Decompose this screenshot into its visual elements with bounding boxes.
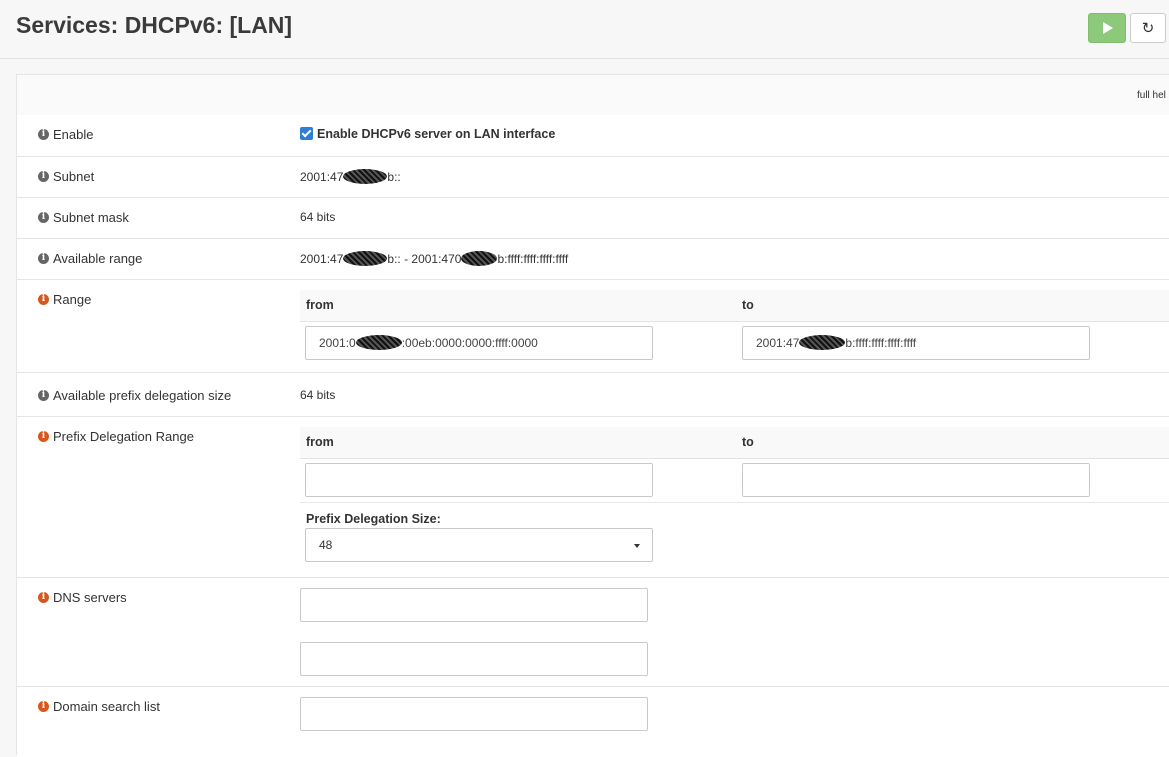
info-icon[interactable]: i — [38, 431, 49, 442]
play-icon — [1103, 22, 1113, 34]
range-to-input[interactable]: 2001:47 b:ffff:ffff:ffff:ffff — [742, 326, 1090, 360]
domain-search-input[interactable] — [300, 697, 648, 731]
prefix-range-subheader: from to — [300, 427, 1169, 459]
row-available-prefix-size: i Available prefix delegation size 64 bi… — [17, 376, 1169, 417]
prefix-size-select[interactable]: 48 — [305, 528, 653, 562]
redaction-mark — [355, 335, 402, 350]
caret-down-icon — [634, 544, 640, 548]
label-subnet: i Subnet — [38, 169, 94, 184]
label-prefix-delegation-range: i Prefix Delegation Range — [38, 429, 194, 444]
row-available-range: i Available range 2001:47 b:: - 2001:470 b… — [17, 239, 1169, 280]
row-domain-search: i Domain search list — [17, 687, 1169, 757]
subnet-mask-value: 64 bits — [300, 210, 336, 224]
dns-server-input-1[interactable] — [300, 588, 648, 622]
row-enable: i Enable Enable DHCPv6 server on LAN int… — [17, 115, 1169, 157]
label-domain-search: i Domain search list — [38, 699, 160, 714]
prefix-to-header: to — [742, 435, 754, 449]
redaction-mark — [799, 335, 846, 350]
dns-server-input-2[interactable] — [300, 642, 648, 676]
row-subnet-mask: i Subnet mask 64 bits — [17, 198, 1169, 239]
info-icon[interactable]: i — [38, 701, 49, 712]
row-prefix-delegation-range: i Prefix Delegation Range from to Prefix… — [17, 417, 1169, 578]
top-bar: Services: DHCPv6: [LAN] ↻ — [0, 0, 1169, 59]
panel-header: full hel — [17, 75, 1169, 116]
reload-button[interactable]: ↻ — [1130, 13, 1166, 43]
available-prefix-size-value: 64 bits — [300, 388, 336, 402]
prefix-to-input[interactable] — [742, 463, 1090, 497]
label-enable: i Enable — [38, 127, 93, 142]
enable-checkbox-wrap[interactable]: Enable DHCPv6 server on LAN interface — [300, 127, 555, 141]
range-from-input[interactable]: 2001:0:00eb:0000:0000:ffff:0000 — [305, 326, 653, 360]
full-help-toggle[interactable]: full hel — [1137, 90, 1166, 101]
label-subnet-mask: i Subnet mask — [38, 210, 129, 225]
row-subnet: i Subnet 2001:47 b:: — [17, 157, 1169, 198]
redaction-mark — [461, 251, 498, 266]
redaction-mark — [343, 169, 388, 184]
apply-button[interactable] — [1088, 13, 1126, 43]
info-icon[interactable]: i — [38, 294, 49, 305]
label-range: i Range — [38, 292, 91, 307]
prefix-size-value: 48 — [319, 538, 333, 552]
row-dns-servers: i DNS servers — [17, 578, 1169, 687]
prefix-from-header: from — [306, 435, 334, 449]
label-available-prefix-size: i Available prefix delegation size — [38, 388, 231, 403]
subnet-value: 2001:47 b:: — [300, 169, 401, 184]
redaction-mark — [343, 251, 388, 266]
range-to-header: to — [742, 298, 754, 312]
available-range-value: 2001:47 b:: - 2001:470 b:ffff:ffff:ffff:ff… — [300, 251, 569, 266]
prefix-size-label: Prefix Delegation Size: — [306, 512, 441, 526]
info-icon[interactable]: i — [38, 390, 49, 401]
row-range: i Range from to 2001:0:00eb:0000:0000:ff… — [17, 280, 1169, 373]
info-icon[interactable]: i — [38, 171, 49, 182]
label-dns-servers: i DNS servers — [38, 590, 127, 605]
reload-icon: ↻ — [1141, 19, 1155, 37]
range-subheader: from to — [300, 290, 1169, 322]
label-available-range: i Available range — [38, 251, 142, 266]
range-from-header: from — [306, 298, 334, 312]
info-icon[interactable]: i — [38, 212, 49, 223]
info-icon[interactable]: i — [38, 592, 49, 603]
divider — [300, 502, 1169, 503]
enable-checkbox-label[interactable]: Enable DHCPv6 server on LAN interface — [317, 127, 555, 141]
prefix-from-input[interactable] — [305, 463, 653, 497]
settings-panel: full hel i Enable Enable DHCPv6 server o… — [16, 74, 1169, 757]
info-icon[interactable]: i — [38, 253, 49, 264]
enable-checkbox[interactable] — [300, 127, 313, 140]
page-title: Services: DHCPv6: [LAN] — [16, 12, 293, 38]
info-icon[interactable]: i — [38, 129, 49, 140]
